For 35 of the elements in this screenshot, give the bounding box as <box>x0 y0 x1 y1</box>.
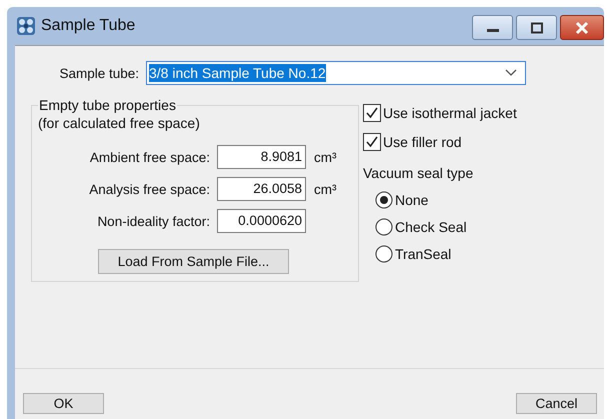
unit-label: cm³ <box>314 182 336 196</box>
load-button[interactable]: Load From Sample File... <box>98 249 289 274</box>
input-field[interactable]: 0.0000620 <box>217 209 306 233</box>
dialog-button[interactable]: OK <box>23 393 104 414</box>
checkbox[interactable] <box>363 132 381 150</box>
maximize-button[interactable] <box>516 15 557 40</box>
minimize-icon <box>486 29 498 32</box>
checkbox-label: Use isothermal jacket <box>383 104 517 120</box>
field-label: Non-ideality factor: <box>96 214 210 228</box>
sample-tube-dropdown[interactable]: 3/8 inch Sample Tube No.12 <box>146 61 526 85</box>
group-subtitle: (for calculated free space) <box>38 115 201 131</box>
radio-button[interactable] <box>375 218 393 236</box>
unit-label: cm³ <box>314 150 336 164</box>
close-button[interactable] <box>560 15 604 40</box>
radio-label: TranSeal <box>395 246 452 262</box>
field-label: Ambient free space: <box>88 150 210 164</box>
caret-icon <box>505 69 517 77</box>
close-icon <box>574 20 590 34</box>
sample-tube-label: Sample tube: <box>58 66 139 80</box>
radio-button[interactable] <box>375 190 393 208</box>
minimize-button[interactable] <box>472 15 513 40</box>
input-field[interactable]: 8.9081 <box>217 145 306 169</box>
maximize-icon <box>530 22 544 34</box>
checkbox-label: Use filler rod <box>383 134 462 150</box>
app-icon <box>16 16 36 36</box>
field-label: Analysis free space: <box>88 182 210 196</box>
seal-type-label: Vacuum seal type <box>363 164 474 183</box>
radio-label: Check Seal <box>395 218 467 234</box>
window-title: Sample Tube <box>41 17 136 35</box>
input-field[interactable]: 26.0058 <box>217 177 306 201</box>
radio-label: None <box>395 192 428 208</box>
group-title: Empty tube properties <box>38 97 177 113</box>
radio-button[interactable] <box>375 244 393 262</box>
dialog-button[interactable]: Cancel <box>516 393 597 414</box>
checkbox[interactable] <box>363 104 381 122</box>
